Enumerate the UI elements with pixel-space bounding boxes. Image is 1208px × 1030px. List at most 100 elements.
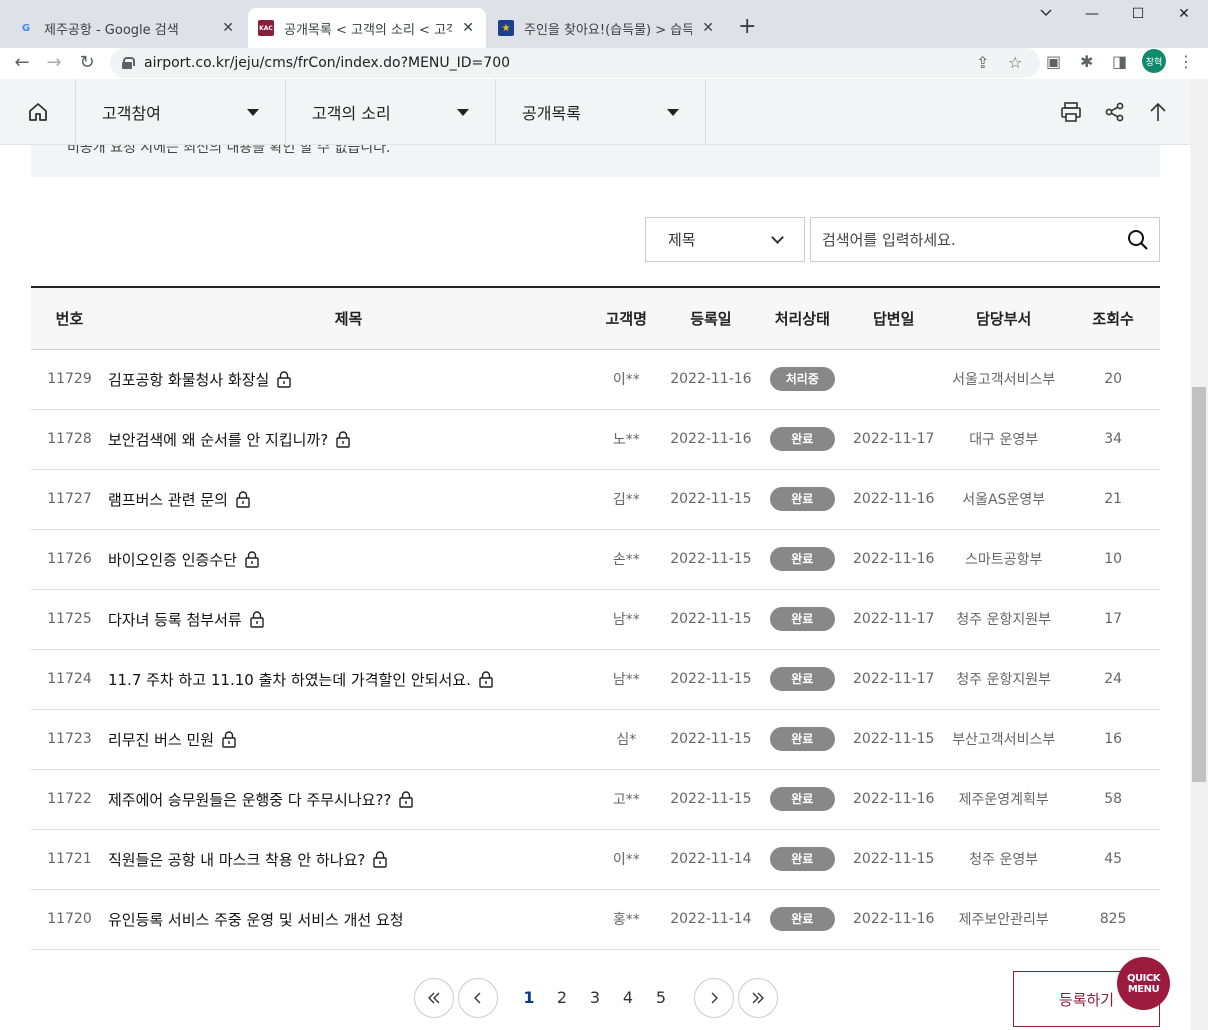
reload-icon[interactable]: ↻ <box>75 52 99 73</box>
row-status-cell: 완료 <box>758 649 847 710</box>
row-views: 58 <box>1066 769 1160 830</box>
row-title-link[interactable]: 김포공항 화물청사 화장실 <box>108 371 269 389</box>
table-row[interactable]: 11726 바이오인증 인증수단 손** 2022-11-15 완료 2022-11-16… <box>31 529 1160 590</box>
tab-search-chevron-icon[interactable] <box>1026 6 1066 22</box>
bookmark-star-icon[interactable]: ☆ <box>1008 53 1022 72</box>
tab-title: 제주공항 - Google 검색 <box>44 22 179 38</box>
side-panel-icon[interactable]: ◨ <box>1112 52 1127 71</box>
table-row[interactable]: 11721 직원들은 공항 내 마스크 착용 안 하나요? 이** 2022-11-1… <box>31 829 1160 890</box>
row-reg-date: 2022-11-15 <box>663 469 759 530</box>
minimize-icon[interactable]: — <box>1072 6 1112 22</box>
select-value: 제목 <box>668 231 696 249</box>
status-badge: 완료 <box>769 547 835 571</box>
url-text: airport.co.kr/jeju/cms/frCon/index.do?ME… <box>144 55 511 71</box>
page-number[interactable]: 3 <box>585 988 605 1007</box>
status-badge: 완료 <box>769 607 835 631</box>
close-icon[interactable]: ✕ <box>700 20 716 36</box>
quick-menu-label: QUICK MENU <box>1127 972 1160 995</box>
picture-in-picture-icon[interactable]: ▣ <box>1046 52 1061 71</box>
nav-menu-level1[interactable]: 고객참여 <box>76 79 286 145</box>
new-tab-plus-icon[interactable]: + <box>738 14 756 39</box>
row-title-link[interactable]: 제주에어 승무원들은 운행중 다 주무시나요?? <box>108 791 391 809</box>
row-status-cell: 완료 <box>758 469 847 530</box>
home-button[interactable] <box>0 79 76 145</box>
profile-avatar[interactable]: 창혁 <box>1142 49 1166 73</box>
table-row[interactable]: 11724 11.7 주차 하고 11.10 출차 하였는데 가격할인 안되서요.… <box>31 649 1160 710</box>
caret-down-icon <box>667 109 679 116</box>
row-answer-date: 2022-11-15 <box>846 709 942 770</box>
row-views: 24 <box>1066 649 1160 710</box>
table-row[interactable]: 11728 보안검색에 왜 순서를 안 지킵니까? 노** 2022-11-16 완료 2… <box>31 409 1160 470</box>
browser-tab[interactable]: ★ 주인을 찾아요!(습득물) > 습득물 ✕ <box>488 8 726 48</box>
row-title-link[interactable]: 리무진 버스 민원 <box>108 731 214 749</box>
row-title-link[interactable]: 유인등록 서비스 주중 운영 및 서비스 개선 요청 <box>108 911 404 929</box>
page-number-current[interactable]: 1 <box>519 988 539 1007</box>
row-title-link[interactable]: 바이오인증 인증수단 <box>108 551 237 569</box>
row-views: 21 <box>1066 469 1160 530</box>
row-answer-date: 2022-11-16 <box>846 529 942 590</box>
row-reg-date: 2022-11-15 <box>663 709 759 770</box>
prev-page-chevron-icon[interactable] <box>458 978 498 1018</box>
search-field-select[interactable]: 제목 <box>645 217 805 262</box>
lock-icon <box>122 57 135 69</box>
scroll-top-arrow-icon[interactable] <box>1145 99 1171 125</box>
page-number[interactable]: 2 <box>552 988 572 1007</box>
share-icon[interactable]: ⇪ <box>976 53 989 72</box>
row-title-cell: 바이오인증 인증수단 <box>107 529 590 590</box>
page-number[interactable]: 4 <box>618 988 638 1007</box>
address-bar[interactable]: airport.co.kr/jeju/cms/frCon/index.do?ME… <box>110 48 1040 78</box>
nav-menu-level3[interactable]: 공개목록 <box>496 79 706 145</box>
row-customer: 홍** <box>589 889 664 950</box>
nav-menu-level2[interactable]: 고객의 소리 <box>286 79 496 145</box>
kebab-menu-icon[interactable]: ⋮ <box>1178 52 1194 71</box>
row-department: 청주 운영부 <box>941 829 1067 890</box>
home-icon <box>28 103 47 121</box>
forward-arrow-icon[interactable]: → <box>42 52 66 73</box>
table-row[interactable]: 11729 김포공항 화물청사 화장실 이** 2022-11-16 처리중 서울고객서비… <box>31 349 1160 410</box>
next-page-chevron-icon[interactable] <box>694 978 734 1018</box>
row-department: 스마트공항부 <box>941 529 1067 590</box>
table-row[interactable]: 11727 램프버스 관련 문의 김** 2022-11-15 완료 2022-11-16… <box>31 469 1160 530</box>
row-title-link[interactable]: 11.7 주차 하고 11.10 출차 하였는데 가격할인 안되서요. <box>108 671 471 689</box>
table-row[interactable]: 11725 다자녀 등록 첨부서류 남** 2022-11-15 완료 2022-11-1… <box>31 589 1160 650</box>
row-title-link[interactable]: 보안검색에 왜 순서를 안 지킵니까? <box>108 431 328 449</box>
row-title-link[interactable]: 램프버스 관련 문의 <box>108 491 228 509</box>
chevron-down-icon <box>771 231 784 244</box>
page-number[interactable]: 5 <box>651 988 671 1007</box>
first-page-double-chevron-icon[interactable] <box>414 978 454 1018</box>
print-icon[interactable] <box>1058 99 1084 125</box>
row-department: 서울고객서비스부 <box>941 349 1067 410</box>
row-title-link[interactable]: 다자녀 등록 첨부서류 <box>108 611 242 629</box>
maximize-icon[interactable]: ☐ <box>1118 6 1158 22</box>
back-arrow-icon[interactable]: ← <box>10 52 34 73</box>
lock-icon <box>236 490 250 508</box>
lock-icon <box>250 610 264 628</box>
browser-tab[interactable]: G 제주공항 - Google 검색 ✕ <box>8 8 246 48</box>
row-answer-date: 2022-11-16 <box>846 469 942 530</box>
window-close-icon[interactable]: ✕ <box>1164 6 1204 22</box>
row-reg-date: 2022-11-14 <box>663 889 759 950</box>
table-row[interactable]: 11723 리무진 버스 민원 심* 2022-11-15 완료 2022-11-15 부산… <box>31 709 1160 770</box>
notice-box: 비공개 요청 시에는 최신의 내용을 확인 할 수 없습니다. <box>31 145 1160 177</box>
share-icon[interactable] <box>1102 99 1128 125</box>
lock-icon <box>399 790 414 808</box>
row-title-link[interactable]: 직원들은 공항 내 마스크 착용 안 하나요? <box>108 851 365 869</box>
row-department: 대구 운영부 <box>941 409 1067 470</box>
close-icon[interactable]: ✕ <box>220 20 236 36</box>
search-icon[interactable] <box>1127 229 1149 251</box>
table-row[interactable]: 11720 유인등록 서비스 주중 운영 및 서비스 개선 요청 홍** 2022-1… <box>31 889 1160 950</box>
search-input[interactable] <box>811 219 1111 260</box>
extensions-puzzle-icon[interactable]: ✱ <box>1080 52 1093 71</box>
table-row[interactable]: 11722 제주에어 승무원들은 운행중 다 주무시나요?? 고** 2022-11-… <box>31 769 1160 830</box>
row-status-cell: 완료 <box>758 829 847 890</box>
row-department: 제주보안관리부 <box>941 889 1067 950</box>
page-scrollbar[interactable] <box>1190 79 1208 1030</box>
close-icon[interactable]: ✕ <box>460 20 476 36</box>
row-customer: 고** <box>589 769 664 830</box>
last-page-double-chevron-icon[interactable] <box>738 978 778 1018</box>
browser-tab-active[interactable]: KAC 공개목록 < 고객의 소리 < 고객참여 ✕ <box>248 8 486 48</box>
quick-menu-button[interactable]: QUICK MENU <box>1117 957 1170 1010</box>
row-number: 11729 <box>31 349 108 410</box>
scrollbar-thumb[interactable] <box>1192 387 1206 782</box>
row-answer-date <box>846 349 942 410</box>
